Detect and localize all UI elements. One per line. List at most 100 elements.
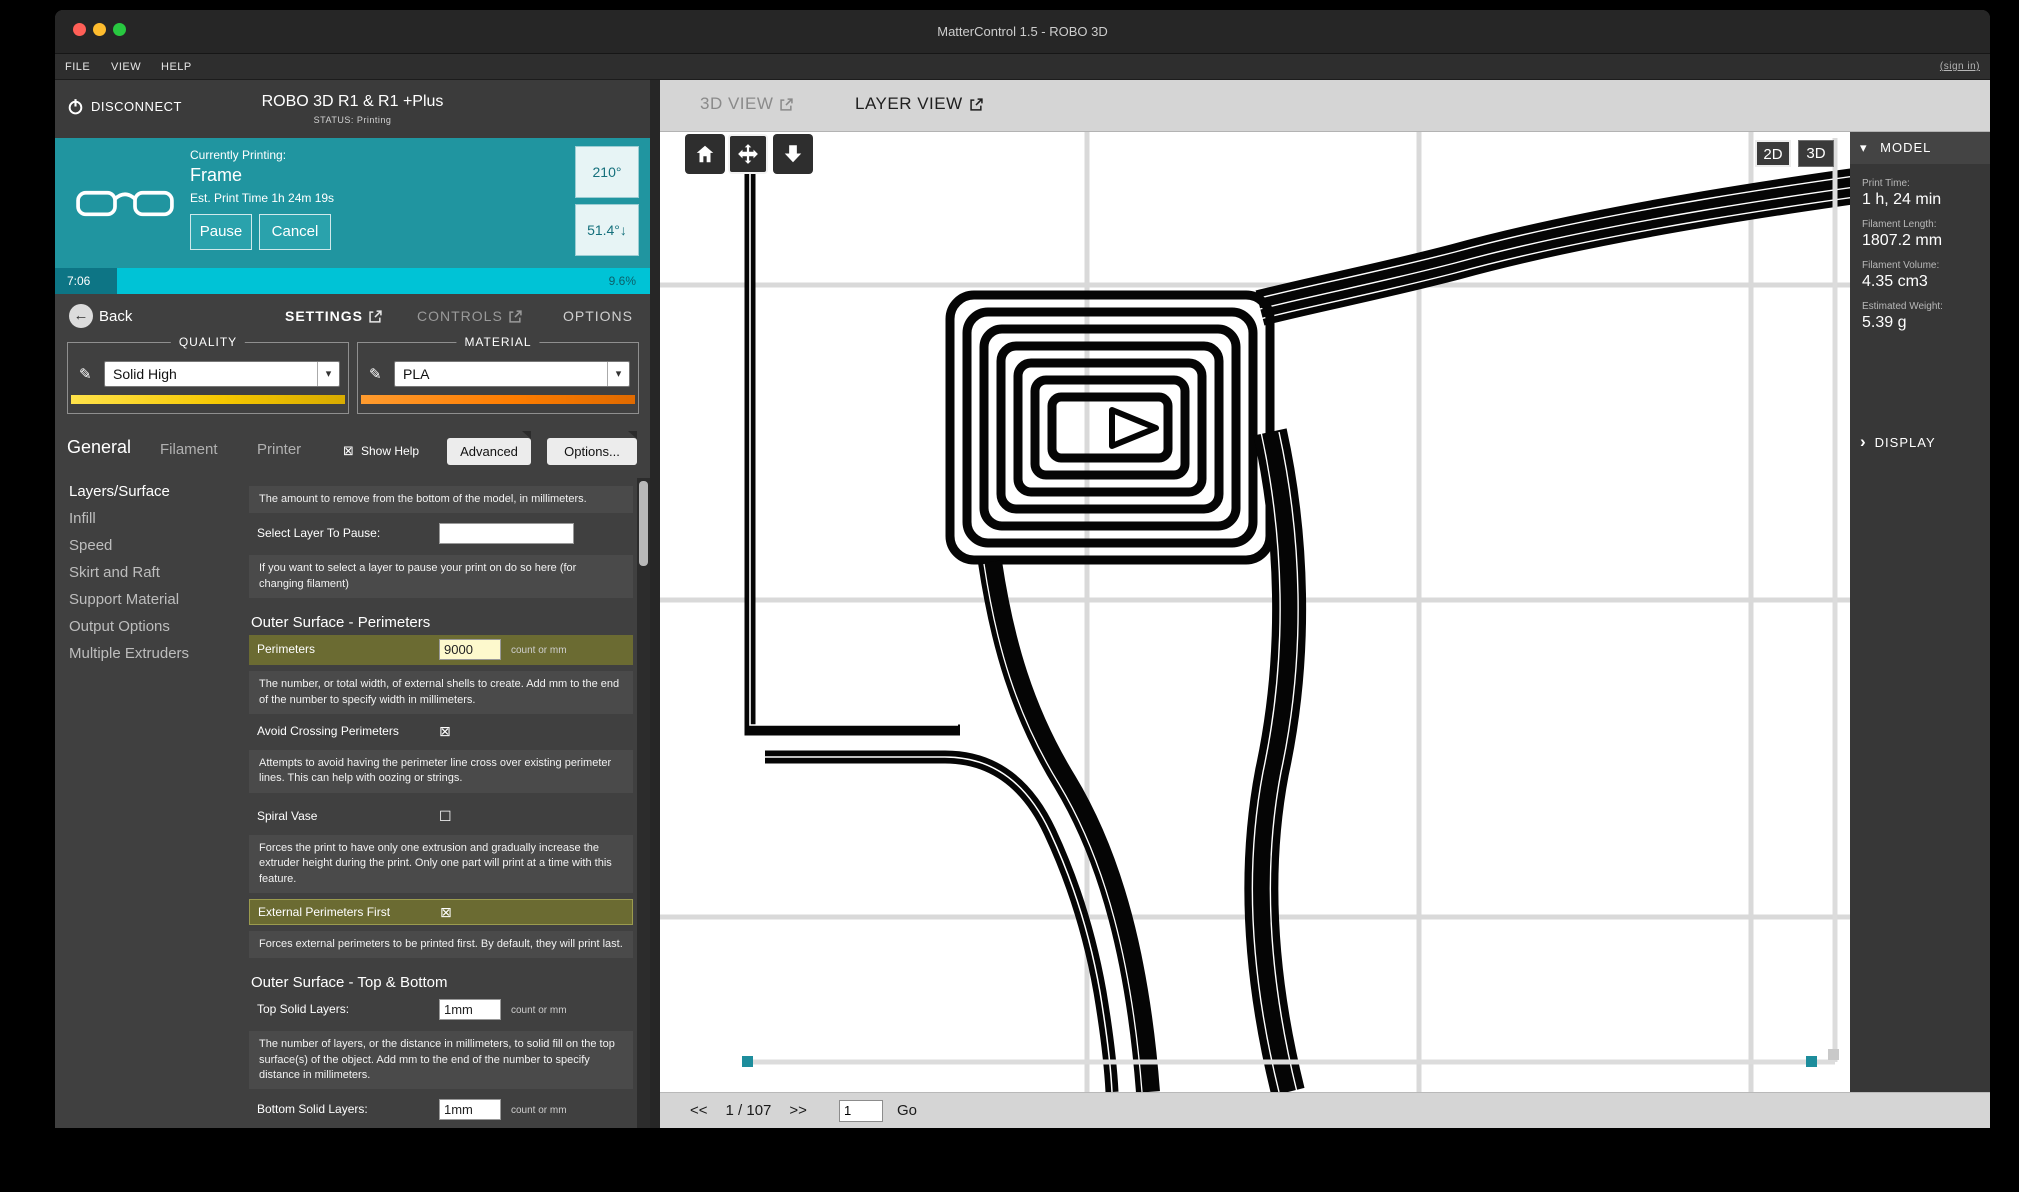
filament-volume-label: Filament Volume: — [1862, 260, 1940, 271]
help-text: Attempts to avoid having the perimeter l… — [249, 749, 633, 793]
tab-layer-view[interactable]: LAYER VIEW — [855, 94, 983, 114]
select-layer-input[interactable] — [439, 523, 574, 545]
tab-general[interactable]: General — [67, 437, 131, 458]
options-button-label: Options... — [564, 444, 620, 459]
tab-filament[interactable]: Filament — [160, 441, 218, 458]
quality-dropdown[interactable]: Solid High ▾ — [104, 361, 340, 387]
back-button[interactable]: ← Back — [69, 304, 132, 328]
progress-percent: 9.6% — [608, 274, 636, 288]
edit-quality-pencil-icon[interactable]: ✎ — [79, 365, 92, 383]
printer-name: ROBO 3D R1 & R1 +Plus — [261, 93, 444, 110]
external-link-icon — [970, 98, 983, 111]
avoid-crossing-checkbox[interactable]: ⊠ — [439, 723, 451, 740]
material-dropdown[interactable]: PLA ▾ — [394, 361, 630, 387]
show-help-checkbox[interactable]: ⊠ — [343, 443, 354, 459]
drop-to-bed-button[interactable] — [773, 134, 813, 174]
category-multiple-extruders[interactable]: Multiple Extruders — [55, 640, 245, 667]
tab-printer[interactable]: Printer — [257, 441, 301, 458]
category-speed[interactable]: Speed — [55, 532, 245, 559]
scrollbar-thumb[interactable] — [639, 481, 648, 566]
perimeters-input[interactable] — [439, 639, 501, 661]
material-group-label: MATERIAL — [456, 335, 540, 349]
external-link-icon — [509, 310, 522, 323]
dropdown-caret-icon: ▾ — [607, 362, 629, 386]
menu-file[interactable]: FILE — [65, 61, 90, 73]
help-text: Forces the print to have only one extrus… — [249, 834, 633, 893]
count-or-mm-unit: count or mm — [511, 1005, 567, 1017]
cancel-button[interactable]: Cancel — [259, 214, 331, 250]
top-solid-label: Top Solid Layers: — [257, 1002, 350, 1017]
filament-volume-value: 4.35 cm3 — [1862, 273, 1928, 290]
category-output-options[interactable]: Output Options — [55, 613, 245, 640]
menu-help[interactable]: HELP — [161, 61, 192, 73]
options-flag-icon — [628, 431, 637, 439]
panel-splitter[interactable] — [650, 80, 660, 1128]
bottom-solid-row: Bottom Solid Layers: count or mm — [249, 1095, 633, 1125]
external-perimeters-label: External Perimeters First — [258, 904, 391, 919]
external-link-icon — [369, 310, 382, 323]
help-text: The number, or total width, of external … — [249, 671, 633, 714]
print-time-label: Print Time: — [1862, 178, 1910, 189]
toggle-3d-button[interactable]: 3D — [1798, 140, 1834, 167]
view-tab-strip: 3D VIEW LAYER VIEW — [660, 80, 1990, 132]
tab-3d-view[interactable]: 3D VIEW — [700, 94, 793, 114]
spiral-vase-checkbox[interactable]: ☐ — [439, 808, 452, 825]
model-stats: Print Time: 1 h, 24 min Filament Length:… — [1862, 168, 1982, 332]
model-section-header[interactable]: ▾ MODEL — [1850, 132, 1990, 164]
currently-printing-label: Currently Printing: — [190, 148, 287, 162]
go-button[interactable]: Go — [897, 1102, 917, 1119]
filament-length-label: Filament Length: — [1862, 219, 1937, 230]
menu-view[interactable]: VIEW — [111, 61, 141, 73]
bottom-solid-input[interactable] — [439, 1099, 501, 1121]
previous-layer-button[interactable]: << — [690, 1102, 708, 1119]
pan-tool-button[interactable] — [728, 134, 768, 174]
category-layers-surface[interactable]: Layers/Surface — [55, 478, 245, 505]
estimated-print-time: Est. Print Time 1h 24m 19s — [190, 191, 335, 205]
options-label: OPTIONS — [563, 308, 634, 324]
display-section-header[interactable]: › DISPLAY — [1860, 432, 1936, 452]
category-support-material[interactable]: Support Material — [55, 586, 245, 613]
tab-options[interactable]: OPTIONS — [563, 308, 633, 324]
home-view-button[interactable] — [685, 134, 725, 174]
settings-category-list: Layers/Surface Infill Speed Skirt and Ra… — [55, 478, 245, 1128]
menubar: FILE VIEW HELP (sign in) — [55, 54, 1990, 80]
dropdown-caret-icon: ▾ — [317, 362, 339, 386]
titlebar[interactable]: MatterControl 1.5 - ROBO 3D — [55, 10, 1990, 54]
settings-label: SETTINGS — [285, 308, 364, 324]
layer-view-canvas[interactable]: 2D 3D ▾ MODEL Print Time: 1 h, 24 min Fi… — [660, 132, 1990, 1092]
spiral-vase-label: Spiral Vase — [257, 808, 318, 823]
toggle-2d-button[interactable]: 2D — [1755, 140, 1791, 167]
home-icon — [696, 145, 714, 163]
category-infill[interactable]: Infill — [55, 505, 245, 532]
advanced-flag-icon — [522, 431, 531, 439]
chevron-down-icon: ▾ — [1860, 140, 1868, 155]
elapsed-time: 7:06 — [67, 274, 91, 288]
bed-temperature-widget[interactable]: 51.4°↓ — [575, 204, 639, 256]
sign-in-link[interactable]: (sign in) — [1940, 61, 1980, 72]
top-solid-input[interactable] — [439, 999, 501, 1021]
edit-material-pencil-icon[interactable]: ✎ — [369, 365, 382, 383]
options-button[interactable]: Options... — [547, 431, 637, 465]
layer-number-input[interactable] — [838, 1099, 883, 1122]
bed-handle-left — [742, 1056, 753, 1067]
external-perimeters-checkbox[interactable]: ⊠ — [440, 904, 452, 921]
current-print-panel: Currently Printing: Frame Est. Print Tim… — [55, 138, 650, 268]
show-help-label: Show Help — [361, 444, 420, 458]
perimeters-row: Perimeters count or mm — [249, 635, 633, 666]
settings-nav-row: ← Back SETTINGS CONTROLS OPTIONS — [55, 294, 650, 342]
layer-position: 1 / 107 — [725, 1102, 772, 1119]
move-arrows-icon — [738, 144, 758, 164]
top-solid-row: Top Solid Layers: count or mm — [249, 995, 633, 1025]
next-layer-button[interactable]: >> — [789, 1102, 807, 1119]
tab-settings[interactable]: SETTINGS — [285, 308, 382, 324]
advanced-button[interactable]: Advanced — [447, 431, 531, 465]
tab-controls[interactable]: CONTROLS — [417, 308, 522, 324]
pause-button[interactable]: Pause — [190, 214, 252, 250]
settings-scrollbar[interactable] — [637, 478, 650, 1128]
category-skirt-raft[interactable]: Skirt and Raft — [55, 559, 245, 586]
model-info-panel: ▾ MODEL Print Time: 1 h, 24 min Filament… — [1850, 132, 1990, 1092]
app-window: MatterControl 1.5 - ROBO 3D FILE VIEW HE… — [55, 10, 1990, 1128]
bottom-solid-label: Bottom Solid Layers: — [257, 1102, 368, 1117]
advanced-label: Advanced — [460, 444, 518, 459]
extruder-temperature-widget[interactable]: 210° — [575, 146, 639, 198]
